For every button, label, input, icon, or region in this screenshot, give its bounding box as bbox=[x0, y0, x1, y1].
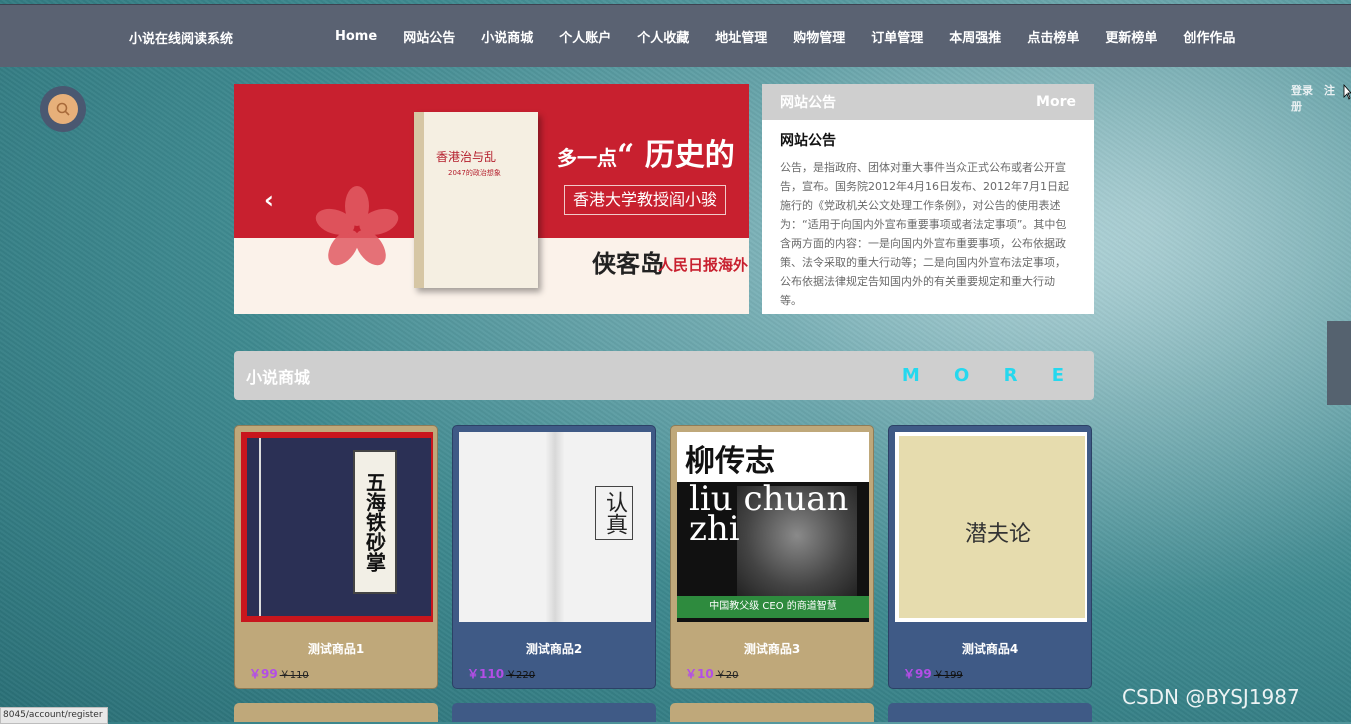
auth-links: 登录 注册 bbox=[1291, 82, 1351, 114]
nav-address[interactable]: 地址管理 bbox=[702, 27, 780, 46]
mouse-cursor-icon bbox=[1343, 84, 1351, 100]
novel-mall-title: 小说商城 bbox=[246, 367, 311, 387]
notice-header: 网站公告 More bbox=[762, 84, 1094, 120]
product-price-2: ￥110 ￥220 bbox=[467, 665, 649, 682]
banner-book-title: 香港治与乱 bbox=[436, 150, 497, 164]
banner-headline: 多一点“ 历史的 bbox=[557, 130, 735, 174]
product-name-4[interactable]: 测试商品4 bbox=[895, 640, 1085, 657]
nav-announcements[interactable]: 网站公告 bbox=[390, 27, 468, 46]
product-image-3[interactable]: 柳传志 liu chuan zhi 中国教父级 CEO 的商道智慧 bbox=[677, 432, 869, 622]
novel-mall-more-link[interactable]: M O R E bbox=[902, 365, 1078, 386]
login-link[interactable]: 登录 bbox=[1291, 84, 1313, 97]
notice-header-title: 网站公告 bbox=[780, 95, 836, 111]
banner-headline-prefix: 多一点 bbox=[557, 146, 617, 170]
search-icon bbox=[48, 94, 78, 124]
product-card-8-peek[interactable] bbox=[888, 703, 1092, 722]
product-cover-text-3: 柳传志 bbox=[685, 444, 775, 479]
product-card-4[interactable]: 潜夫论 测试商品4 ￥99 ￥199 bbox=[888, 425, 1092, 689]
product-cover-bar-3: 中国教父级 CEO 的商道智慧 bbox=[677, 596, 869, 618]
nav-weekly-picks[interactable]: 本周强推 bbox=[936, 27, 1014, 46]
product-card-3[interactable]: 柳传志 liu chuan zhi 中国教父级 CEO 的商道智慧 测试商品3 … bbox=[670, 425, 874, 689]
bauhinia-flower-icon bbox=[315, 186, 399, 266]
product-name-2[interactable]: 测试商品2 bbox=[459, 640, 649, 657]
product-old-price-3: ￥20 bbox=[715, 670, 739, 681]
product-cover-top-3: 柳传志 bbox=[677, 432, 869, 482]
nav-novel-mall[interactable]: 小说商城 bbox=[468, 27, 546, 46]
carousel-prev-icon[interactable]: ‹ bbox=[264, 186, 274, 214]
main-nav: Home 网站公告 小说商城 个人账户 个人收藏 地址管理 购物管理 订单管理 … bbox=[322, 5, 1248, 67]
product-old-price-1: ￥110 bbox=[279, 670, 309, 681]
product-image-2[interactable]: 认真 bbox=[459, 432, 651, 622]
product-cover-text-2: 认真 bbox=[595, 486, 633, 540]
product-current-price-4: ￥99 bbox=[903, 667, 932, 681]
search-button[interactable] bbox=[40, 86, 86, 132]
product-old-price-4: ￥199 bbox=[933, 670, 963, 681]
product-name-3[interactable]: 测试商品3 bbox=[677, 640, 867, 657]
side-floating-tab[interactable] bbox=[1327, 321, 1351, 405]
nav-home[interactable]: Home bbox=[322, 29, 390, 44]
product-current-price-2: ￥110 bbox=[467, 667, 505, 681]
nav-favorites[interactable]: 个人收藏 bbox=[624, 27, 702, 46]
product-price-3: ￥10 ￥20 bbox=[685, 665, 867, 682]
product-cover-1 bbox=[247, 438, 431, 616]
banner-book-cover: 香港治与乱 2047的政治想象 bbox=[414, 112, 538, 288]
browser-status-url: 8045/account/register bbox=[0, 707, 108, 724]
product-name-1[interactable]: 测试商品1 bbox=[241, 640, 431, 657]
product-cover-pinyin-3: liu chuan zhi bbox=[689, 479, 849, 549]
product-binding-1 bbox=[259, 438, 261, 616]
nav-account[interactable]: 个人账户 bbox=[546, 27, 624, 46]
notice-body: 公告，是指政府、团体对重大事件当众正式公布或者公开宣告，宣布。国务院2012年4… bbox=[780, 161, 1069, 307]
product-cover-text-4: 潜夫论 bbox=[965, 522, 1032, 547]
nav-cart[interactable]: 购物管理 bbox=[780, 27, 858, 46]
watermark: CSDN @BYSJ1987 bbox=[1122, 685, 1300, 709]
site-brand[interactable]: 小说在线阅读系统 bbox=[129, 28, 233, 47]
product-price-1: ￥99 ￥110 bbox=[249, 665, 431, 682]
product-price-4: ￥99 ￥199 bbox=[903, 665, 1085, 682]
product-card-2[interactable]: 认真 测试商品2 ￥110 ￥220 bbox=[452, 425, 656, 689]
top-navbar: 小说在线阅读系统 Home 网站公告 小说商城 个人账户 个人收藏 地址管理 购… bbox=[0, 4, 1351, 67]
nav-click-ranking[interactable]: 点击榜单 bbox=[1014, 27, 1092, 46]
banner-book-subtitle: 2047的政治想象 bbox=[448, 169, 501, 177]
notice-panel: 网站公告 More 网站公告 公告，是指政府、团体对重大事件当众正式公布或者公开… bbox=[762, 84, 1094, 314]
nav-create-works[interactable]: 创作作品 bbox=[1170, 27, 1248, 46]
novel-mall-header: 小说商城 M O R E bbox=[234, 351, 1094, 400]
product-current-price-3: ￥10 bbox=[685, 667, 714, 681]
banner-headline-main: “ 历史的 bbox=[617, 138, 735, 173]
product-current-price-1: ￥99 bbox=[249, 667, 278, 681]
nav-orders[interactable]: 订单管理 bbox=[858, 27, 936, 46]
product-image-4[interactable]: 潜夫论 bbox=[895, 432, 1087, 622]
banner-brand-a: 侠客岛 bbox=[592, 249, 664, 278]
product-card-1[interactable]: 五海铁砂掌 测试商品1 ￥99 ￥110 bbox=[234, 425, 438, 689]
banner-carousel[interactable]: ‹ 香港治与乱 2047的政治想象 多一点“ 历史的 香港大学教授阎小骏 侠客岛… bbox=[234, 84, 749, 314]
nav-update-ranking[interactable]: 更新榜单 bbox=[1092, 27, 1170, 46]
banner-brand-b: 人民日报海外 bbox=[658, 256, 749, 274]
banner-subline: 香港大学教授阎小骏 bbox=[564, 185, 727, 215]
product-card-7-peek[interactable] bbox=[670, 703, 874, 722]
notice-title[interactable]: 网站公告 bbox=[762, 120, 1094, 150]
product-image-1[interactable]: 五海铁砂掌 bbox=[241, 432, 433, 622]
product-cover-text-1: 五海铁砂掌 bbox=[353, 450, 397, 594]
product-old-price-2: ￥220 bbox=[506, 670, 536, 681]
product-card-6-peek[interactable] bbox=[452, 703, 656, 722]
product-card-5-peek[interactable] bbox=[234, 703, 438, 722]
notice-more-link[interactable]: More bbox=[1036, 94, 1076, 110]
